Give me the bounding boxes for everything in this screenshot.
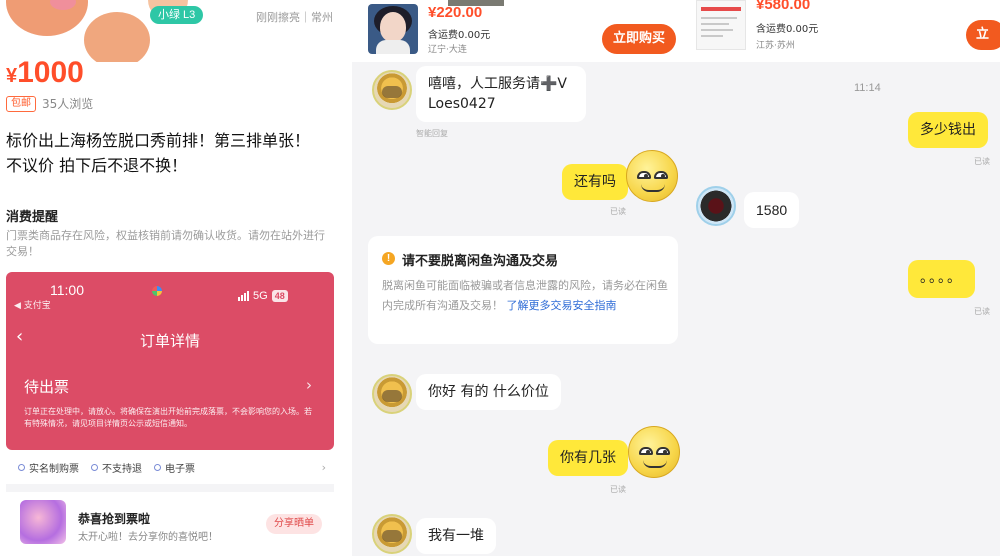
- product-price: ¥220.00: [428, 4, 483, 21]
- product-location: 辽宁·大连: [428, 45, 467, 55]
- promo-subtitle: 太开心啦！去分享你的喜悦吧！: [78, 532, 218, 543]
- chevron-right-icon: ›: [321, 461, 326, 474]
- warning-body: 脱离闲鱼可能面临被骗或者信息泄露的风险，请务必在闲鱼内完成所有沟通及交易！ 了解…: [382, 279, 668, 312]
- product-shipping: 含运费0.00元: [428, 30, 491, 41]
- order-screenshot: 11:00 ◀ 支付宝 5G 48 ‹ 订单详情 待出票 › 订单正在处理中，请…: [6, 272, 334, 450]
- seller-avatar[interactable]: [372, 70, 412, 110]
- product-location: 江苏·苏州: [756, 41, 795, 51]
- safety-guide-link[interactable]: 了解更多交易安全指南: [507, 299, 617, 312]
- product-header[interactable]: ¥580.00 含运费0.00元 江苏·苏州 立: [688, 0, 1000, 62]
- chat-bubble-outgoing: 还有吗: [562, 164, 628, 200]
- warning-icon: !: [382, 252, 395, 265]
- feature-icon: [154, 464, 161, 471]
- read-receipt: 已读: [610, 485, 626, 494]
- chat-bubble-incoming: 我有一堆: [416, 518, 496, 554]
- signal-icon: [238, 291, 249, 301]
- order-page-title: 订单详情: [139, 332, 200, 350]
- seller-avatar[interactable]: [696, 186, 736, 226]
- safety-warning-card: ! 请不要脱离闲鱼沟通及交易 脱离闲鱼可能面临被骗或者信息泄露的风险，请务必在闲…: [368, 236, 678, 344]
- ticket-feature: 不支持退: [91, 460, 142, 475]
- listing-price: ¥1000: [6, 56, 84, 90]
- ticket-feature: 电子票: [154, 460, 195, 475]
- ticket-features: 实名制购票 不支持退 电子票 ›: [18, 460, 326, 475]
- chat-panel-2: ¥580.00 含运费0.00元 江苏·苏州 立 11:14 多少钱出 已读 1…: [688, 0, 1000, 556]
- app-indicator-icon: [152, 286, 162, 296]
- seller-avatar[interactable]: [372, 514, 412, 554]
- chat-timestamp: 11:14: [854, 82, 881, 94]
- order-status: 待出票: [24, 378, 70, 396]
- hero-shape: [84, 12, 150, 62]
- listing-panel: 小绿 L3 刚刚擦亮｜常州 ¥1000 包邮 35人浏览 标价出上海杨笠脱口秀前…: [0, 0, 340, 556]
- status-bar-back-app: ◀ 支付宝: [14, 301, 51, 311]
- user-avatar[interactable]: [626, 150, 678, 202]
- free-shipping-tag: 包邮: [6, 96, 36, 112]
- read-receipt: 已读: [974, 157, 990, 166]
- promo-title: 恭喜抢到票啦: [78, 512, 151, 526]
- chat-bubble-incoming: 嘻嘻，人工服务请➕V Loes0427: [416, 66, 586, 122]
- listing-freshness-location: 刚刚擦亮｜常州: [256, 12, 333, 24]
- product-thumbnail[interactable]: [696, 0, 746, 50]
- smart-reply-label: 智能回复: [416, 129, 448, 138]
- battery-icon: 48: [271, 290, 288, 302]
- chat-bubble-incoming: 1580: [744, 192, 800, 228]
- chat-bubble-outgoing: 。。。。: [908, 260, 975, 298]
- feature-icon: [18, 464, 25, 471]
- user-avatar[interactable]: [628, 426, 680, 478]
- product-shipping: 含运费0.00元: [756, 24, 819, 35]
- feature-icon: [91, 464, 98, 471]
- chat-panel-1: ¥220.00 含运费0.00元 辽宁·大连 立即购买 嘻嘻，人工服务请➕V L…: [352, 0, 690, 556]
- seller-level-badge: 小绿 L3: [150, 6, 204, 24]
- consumer-notice-text: 门票类商品存在风险，权益核销前请勿确认收货。请勿在站外进行交易！: [6, 229, 325, 258]
- seller-avatar[interactable]: [372, 374, 412, 414]
- buy-now-button[interactable]: 立: [966, 20, 1000, 50]
- buy-now-button[interactable]: 立即购买: [602, 24, 676, 54]
- status-bar-time: 11:00: [50, 282, 84, 298]
- read-receipt: 已读: [974, 307, 990, 316]
- product-thumbnail[interactable]: [368, 4, 418, 54]
- listing-description: 标价出上海杨笠脱口秀前排！第三排单张！ 不议价 拍下后不退不换！: [6, 131, 311, 175]
- read-receipt: 已读: [610, 207, 626, 216]
- consumer-notice-title: 消费提醒: [6, 210, 59, 225]
- chevron-right-icon: ›: [306, 376, 312, 394]
- chat-bubble-incoming: 你好 有的 什么价位: [416, 374, 561, 410]
- price-value: 1000: [17, 56, 84, 89]
- network-type: 5G: [253, 290, 268, 302]
- hero-shape: [6, 0, 88, 36]
- chat-bubble-outgoing: 你有几张: [548, 440, 628, 476]
- product-price: ¥580.00: [756, 0, 811, 13]
- share-order-button: 分享晒单: [266, 514, 322, 534]
- warning-title: 请不要脱离闲鱼沟通及交易: [402, 254, 559, 269]
- chat-bubble-outgoing: 多少钱出: [908, 112, 988, 148]
- celebration-icon: [20, 500, 66, 544]
- view-count: 35人浏览: [42, 97, 94, 111]
- order-status-text: 订单正在处理中，请放心。将确保在演出开始前完成落票，不会影响您的入场。若有特殊情…: [24, 407, 312, 428]
- section-divider: [6, 484, 334, 492]
- product-header[interactable]: ¥220.00 含运费0.00元 辽宁·大连 立即购买: [352, 0, 690, 62]
- price-currency: ¥: [6, 65, 18, 87]
- ticket-feature: 实名制购票: [18, 460, 79, 475]
- status-bar-right: 5G 48: [238, 290, 288, 302]
